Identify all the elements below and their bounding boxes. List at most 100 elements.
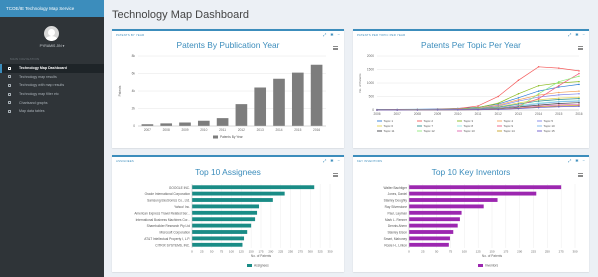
minimize-icon[interactable]: − (583, 158, 585, 163)
x-tick-label: 2013 (257, 128, 264, 132)
sidebar-item-data-tables[interactable]: Map data tables (0, 107, 104, 116)
settings-icon[interactable]: ✱ (575, 158, 578, 163)
panel-patents-per-topic: PATENTS PER TOPIC PER YEAR ⤢ ✱ − Patents… (353, 29, 589, 148)
minimize-icon[interactable]: − (338, 158, 340, 163)
legend-label: Topic 14 (504, 129, 516, 133)
data-point (558, 84, 560, 87)
sidebar-item-label: Technology Map Dashboard (19, 66, 67, 71)
data-point (537, 84, 540, 87)
sidebar-item-charts[interactable]: Chartsand graphs (0, 98, 104, 107)
data-point (578, 75, 580, 77)
x-tick-label: 50 (210, 250, 214, 254)
data-point (537, 96, 540, 98)
x-tick-label: 125 (239, 250, 244, 254)
x-tick-label: 300 (308, 250, 313, 254)
chart-menu-icon[interactable] (333, 173, 338, 177)
settings-icon[interactable]: ✱ (330, 32, 333, 37)
y-tick-label: American Express Travel Related Ser... (134, 211, 190, 215)
data-point (517, 93, 520, 95)
sidebar-item-label: Map data tables (19, 109, 45, 114)
settings-icon[interactable]: ✱ (575, 32, 578, 37)
data-point (376, 109, 378, 111)
data-point (578, 100, 580, 102)
y-tick-label: Jones, Daniel (388, 192, 408, 196)
data-point (558, 106, 560, 108)
data-point (517, 79, 520, 82)
x-axis-label: No. of Patents (482, 254, 503, 258)
map-icon (8, 109, 12, 113)
x-tick-label: 2009 (434, 112, 441, 116)
page-title: Technology Map Dashboard (112, 9, 249, 21)
expand-icon[interactable]: ⤢ (568, 32, 571, 37)
x-tick-label: 325 (318, 250, 323, 254)
x-tick-label: 150 (489, 250, 494, 254)
settings-icon[interactable]: ✱ (330, 158, 333, 163)
nav-header: MAIN NAVIGATION (10, 57, 40, 61)
y-tick-label: Stanley Elson (388, 231, 408, 235)
expand-icon[interactable]: ⤢ (568, 158, 571, 163)
bar (192, 242, 243, 247)
chart-top-assignees: 0 25 50 75 100 125 150 175 200 225 250 275 300 325 350… (134, 184, 333, 268)
user-name[interactable]: PYRAMIS JIN ▾ (0, 44, 104, 48)
sidebar-item-dashboard[interactable]: Technology Map Dashboard (0, 64, 104, 73)
x-tick-label: 275 (298, 250, 303, 254)
y-tick-label: Samsung Electronics Co., Ltd. (147, 199, 190, 203)
x-tick-label: 2014 (535, 112, 542, 116)
y-axis-label: Patents (118, 85, 122, 96)
data-point (578, 93, 580, 95)
sidebar-item-label: Technology map filter etc (19, 92, 59, 97)
x-tick-label: 0 (408, 250, 410, 254)
x-tick-label: 2015 (555, 112, 562, 116)
minimize-icon[interactable]: − (583, 32, 585, 37)
data-point (558, 97, 560, 99)
x-tick-label: 25 (200, 250, 204, 254)
bar (409, 191, 537, 196)
legend-label: Inventors (485, 264, 499, 268)
y-tick-label: 2000 (367, 54, 374, 58)
minimize-icon[interactable]: − (338, 32, 340, 37)
x-tick-label: 200 (517, 250, 522, 254)
y-tick-label: 0 (133, 124, 135, 128)
x-tick-label: 225 (278, 250, 283, 254)
y-tick-label: GOOGLE INC. (169, 186, 190, 190)
expand-icon[interactable]: ⤢ (323, 158, 326, 163)
user-avatar[interactable] (44, 26, 59, 41)
data-point (558, 91, 560, 94)
bar (192, 236, 245, 241)
data-point (537, 97, 540, 100)
x-tick-label: 2007 (144, 128, 151, 132)
data-point (558, 67, 560, 69)
sidebar-item-with-map-results[interactable]: Technology with map results (0, 81, 104, 90)
y-tick-label: 8k (132, 54, 136, 58)
x-tick-label: 75 (449, 250, 453, 254)
sidebar-item-map-filter[interactable]: Technology map filter etc (0, 90, 104, 99)
legend-label: Topic 3 (464, 119, 474, 123)
y-tick-label: 2k (132, 107, 136, 111)
legend-label: Topic 6 (384, 124, 394, 128)
legend-swatch (247, 264, 252, 267)
data-point (558, 82, 560, 84)
list-icon (8, 75, 12, 79)
x-tick-label: 2013 (515, 112, 522, 116)
sidebar-item-map-results[interactable]: Technology map results (0, 73, 104, 82)
data-point (537, 106, 540, 109)
x-tick-label: 175 (258, 250, 263, 254)
series-line (376, 75, 580, 111)
data-point (578, 90, 580, 92)
data-point (558, 94, 560, 96)
expand-icon[interactable]: ⤢ (323, 32, 326, 37)
x-tick-label: 2012 (495, 112, 502, 116)
x-tick-label: 350 (327, 250, 332, 254)
legend-label: Patents By Year (220, 135, 244, 139)
bar (291, 72, 304, 126)
bar (235, 104, 248, 126)
chart-menu-icon[interactable] (578, 173, 583, 177)
x-tick-label: 2008 (163, 128, 170, 132)
filter-icon (8, 92, 12, 96)
legend-swatch (478, 264, 483, 267)
data-point (537, 93, 540, 95)
data-point (517, 103, 520, 105)
data-point (578, 96, 580, 99)
y-tick-label: Paul, Layman (388, 211, 408, 215)
brand-title[interactable]: TCOE/IE Technology Map Service (0, 0, 104, 17)
